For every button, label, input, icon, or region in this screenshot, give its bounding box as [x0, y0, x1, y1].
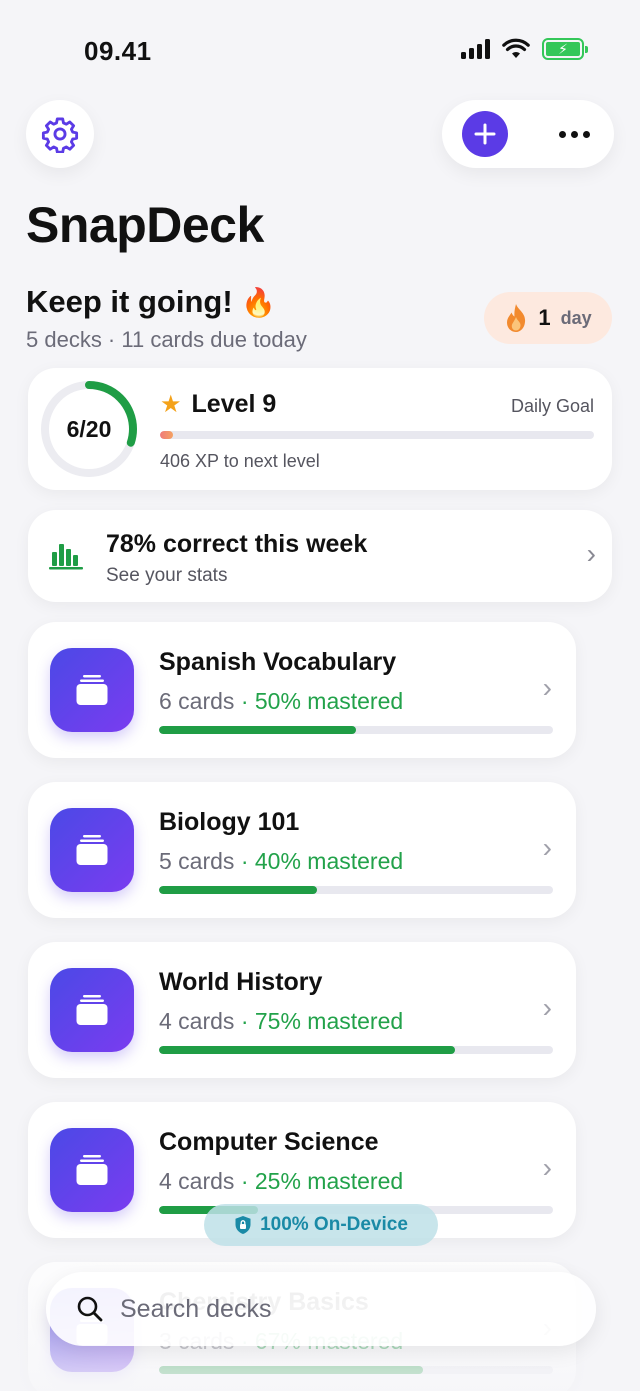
deck-mastered: · 50% mastered [240, 688, 404, 714]
deck-mastered: · 40% mastered [240, 848, 404, 874]
deck-name: Spanish Vocabulary [159, 648, 397, 676]
deck-name: Biology 101 [159, 808, 300, 836]
deck-icon [50, 808, 134, 892]
deck-card[interactable]: Biology 101 5 cards · 40% mastered › [28, 782, 576, 918]
deck-card[interactable]: World History 4 cards · 75% mastered › [28, 942, 576, 1078]
greeting-text: Keep it going! [26, 284, 233, 319]
deck-progress-fill [159, 886, 317, 894]
deck-meta: 5 cards · 40% mastered [159, 848, 403, 875]
streak-label: day [560, 307, 592, 328]
cellular-signal-icon [461, 39, 490, 59]
card-stack-icon [76, 1155, 108, 1185]
deck-meta: 6 cards · 50% mastered [159, 688, 403, 715]
level-title: ★ Level 9 [160, 390, 276, 419]
daily-goal-label: Daily Goal [510, 396, 594, 416]
flame-icon [507, 304, 526, 332]
card-stack-icon [76, 835, 108, 865]
chevron-right-icon: › [586, 538, 596, 569]
page-title: SnapDeck [26, 197, 264, 253]
chevron-right-icon: › [542, 832, 552, 863]
due-summary: 5 decks · 11 cards due today [26, 327, 307, 352]
deck-meta: 4 cards · 25% mastered [159, 1168, 403, 1195]
card-stack-icon [76, 995, 108, 1025]
chevron-right-icon: › [542, 672, 552, 703]
status-time: 09.41 [84, 36, 152, 66]
deck-progress-fill [159, 1046, 455, 1054]
shield-lock-icon [235, 1216, 251, 1234]
card-stack-icon [76, 675, 108, 705]
deck-name: World History [159, 968, 323, 996]
weekly-stats-card[interactable]: 78% correct this week See your stats › [28, 510, 612, 602]
level-label: Level 9 [191, 390, 277, 418]
streak-count: 1 [538, 305, 551, 330]
deck-card[interactable]: Spanish Vocabulary 6 cards · 50% mastered… [28, 622, 576, 758]
fire-emoji: 🔥 [241, 287, 277, 318]
streak-badge[interactable]: 1 day [484, 292, 612, 344]
star-icon: ★ [160, 391, 182, 418]
xp-progress-bar [160, 431, 594, 439]
deck-progress-bar [159, 726, 553, 734]
settings-button[interactable] [26, 100, 94, 168]
on-device-badge: 100% On-Device [204, 1204, 438, 1246]
search-icon [77, 1296, 103, 1322]
deck-card-count: 4 cards [159, 1008, 235, 1034]
status-icons: ⚡ [461, 38, 588, 60]
status-bar: 09.41 ⚡ [0, 0, 640, 100]
deck-name: Computer Science [159, 1128, 379, 1156]
deck-progress-fill [159, 726, 356, 734]
top-actions-pill [442, 100, 614, 168]
more-dot-icon [583, 130, 590, 138]
wifi-icon [502, 38, 530, 58]
more-options-button[interactable] [555, 121, 594, 148]
bar-chart-icon [49, 544, 83, 570]
search-input[interactable] [120, 1294, 540, 1324]
see-stats-link: See your stats [106, 565, 228, 586]
on-device-label: 100% On-Device [260, 1214, 408, 1235]
weekly-accuracy: 78% correct this week [106, 530, 368, 558]
search-bar[interactable] [46, 1272, 596, 1346]
deck-card-count: 5 cards [159, 848, 235, 874]
deck-card-count: 4 cards [159, 1168, 235, 1194]
daily-goal-progress: 6/20 [66, 415, 112, 442]
plus-icon [474, 123, 496, 145]
deck-icon [50, 1128, 134, 1212]
deck-progress-bar [159, 886, 553, 894]
deck-meta: 4 cards · 75% mastered [159, 1008, 403, 1035]
greeting-heading: Keep it going! 🔥 [26, 284, 276, 320]
xp-remaining-text: 406 XP to next level [160, 451, 320, 471]
gear-icon [41, 117, 79, 153]
deck-progress-bar [159, 1046, 553, 1054]
level-card[interactable]: 6/20 ★ Level 9 Daily Goal 406 XP to next… [28, 368, 612, 490]
battery-charging-icon: ⚡ [542, 38, 588, 60]
chevron-right-icon: › [542, 992, 552, 1023]
chevron-right-icon: › [542, 1152, 552, 1183]
add-deck-button[interactable] [462, 111, 508, 157]
deck-mastered: · 75% mastered [240, 1008, 404, 1034]
deck-icon [50, 968, 134, 1052]
xp-progress-fill [160, 431, 174, 439]
more-dot-icon [571, 130, 578, 138]
deck-card-count: 6 cards [159, 688, 235, 714]
deck-icon [50, 648, 134, 732]
more-dot-icon [559, 130, 566, 138]
deck-mastered: · 25% mastered [240, 1168, 404, 1194]
